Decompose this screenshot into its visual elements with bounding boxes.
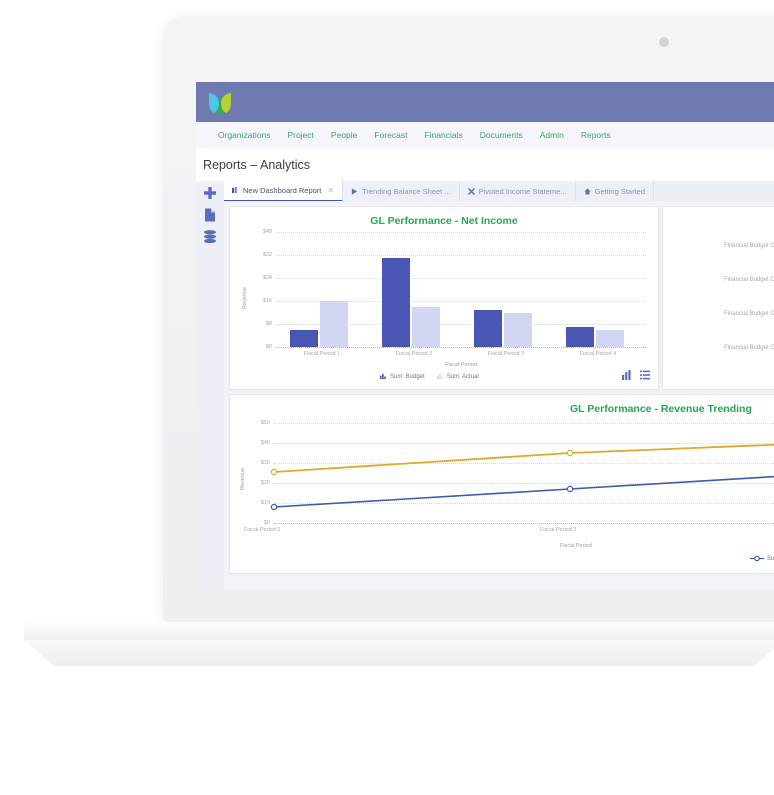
- y-tick: $16: [262, 298, 272, 304]
- close-icon[interactable]: ✕: [327, 186, 334, 195]
- y-axis-label: Revenue: [242, 286, 248, 309]
- bar-actual[interactable]: [412, 307, 440, 347]
- nav-item-reports[interactable]: Reports: [581, 130, 611, 140]
- y-tick: $40: [262, 229, 272, 235]
- bar-budget[interactable]: [382, 258, 410, 347]
- page-title-bar: Reports – Analytics: [196, 148, 774, 181]
- bar-budget[interactable]: [566, 327, 594, 347]
- legend-label: Sum: Budget: [767, 555, 774, 562]
- category-label: Financial Budget Org Name 4: [723, 345, 774, 351]
- plot-area-revenue-trending: [270, 443, 774, 511]
- tab-new-dashboard-report[interactable]: New Dashboard Report ✕: [224, 180, 344, 202]
- line-marker-icon: [750, 555, 764, 562]
- bar-chart-icon: [380, 373, 387, 380]
- axis-line-x: [276, 347, 646, 348]
- chart-card-revenue-trending: GL Performance - Revenue Trending $50 $4…: [229, 394, 774, 574]
- chart-card-net-income: GL Performance - Net Income $40 $32 $24 …: [229, 206, 659, 390]
- nav-item-forecast[interactable]: Forecast: [374, 130, 407, 140]
- report-tab-strip: New Dashboard Report ✕ Trending Balance …: [224, 180, 774, 202]
- chart-legend-revenue-trending: Sum: Budget Sum: Actual: [750, 555, 774, 562]
- y-tick: $32: [262, 252, 272, 258]
- plot-area-org-budget: Financial Budget Org Name 1 Financial Bu…: [663, 207, 774, 389]
- leaf-logo[interactable]: [206, 91, 236, 115]
- screen: Organizations Project People Forecast Fi…: [196, 82, 774, 590]
- category-label: Financial Budget Org Name 2: [723, 277, 774, 283]
- legend-item-actual[interactable]: Sum: Actual: [436, 373, 479, 380]
- tab-label: New Dashboard Report: [243, 185, 322, 195]
- tab-trending-balance-sheet[interactable]: Trending Balance Sheet ...: [343, 181, 460, 201]
- nav-item-documents[interactable]: Documents: [480, 130, 523, 140]
- document-icon[interactable]: [202, 207, 218, 223]
- x-tick: Fiscal Period 3: [487, 351, 525, 357]
- plot-area-net-income: [276, 232, 646, 347]
- category-label: Financial Budget Org Name 3: [723, 311, 774, 317]
- nav-item-financials[interactable]: Financials: [424, 130, 462, 140]
- page-title: Reports – Analytics: [203, 158, 310, 172]
- line-marker-actual: [270, 468, 278, 476]
- bar-budget[interactable]: [290, 330, 318, 347]
- line-marker-actual: [566, 449, 574, 457]
- nav-item-project[interactable]: Project: [287, 130, 313, 140]
- category-label: Financial Budget Org Name 1: [723, 243, 774, 249]
- line-marker-budget: [566, 485, 574, 493]
- line-marker-budget: [270, 503, 278, 511]
- dashboard-icon: [232, 186, 239, 194]
- x-tick: Fiscal Period 1: [303, 351, 341, 357]
- tab-label: Trending Balance Sheet ...: [362, 186, 451, 196]
- bar-chart-icon: [436, 373, 444, 380]
- laptop-device: Organizations Project People Forecast Fi…: [0, 0, 774, 795]
- x-tick: Fiscal Period 1: [244, 527, 281, 533]
- legend-label: Sum: Actual: [446, 373, 479, 380]
- chart-title-net-income: GL Performance - Net Income: [370, 215, 518, 227]
- left-sidebar: [196, 181, 224, 590]
- bar-actual[interactable]: [504, 313, 532, 347]
- nav-item-admin[interactable]: Admin: [540, 130, 564, 140]
- pivot-icon: [467, 187, 475, 195]
- tab-pivoted-income-statement[interactable]: Pivoted Income Stateme...: [460, 181, 576, 201]
- legend-item-budget[interactable]: Sum: Budget: [380, 373, 425, 380]
- tab-label: Getting Started: [594, 186, 646, 196]
- x-tick: Fiscal Period 2: [395, 351, 433, 357]
- home-icon: [583, 187, 591, 195]
- nav-item-people[interactable]: People: [331, 130, 357, 140]
- tab-getting-started[interactable]: Getting Started: [576, 181, 655, 201]
- bar-actual[interactable]: [320, 301, 348, 347]
- x-axis-label: Fiscal Period: [560, 543, 592, 549]
- chart-toolbar: [614, 370, 650, 380]
- plus-icon[interactable]: [202, 185, 218, 201]
- legend-label: Sum: Budget: [390, 373, 425, 380]
- dashboard-content: GL Performance - Net Income $40 $32 $24 …: [224, 201, 774, 590]
- y-tick: $8: [265, 321, 272, 327]
- x-tick: Fiscal Period 2: [540, 527, 577, 533]
- bar-actual[interactable]: [596, 330, 624, 347]
- chart-card-org-budget: Financial Budget Org Name 1 Financial Bu…: [662, 206, 774, 390]
- laptop-base: [24, 640, 774, 666]
- chart-legend-net-income: Sum: Budget Sum: Actual: [380, 373, 491, 380]
- y-tick: $24: [262, 275, 272, 281]
- nav-item-organizations[interactable]: Organizations: [218, 130, 270, 140]
- camera-dot: [659, 37, 669, 47]
- play-icon: [351, 188, 358, 195]
- x-axis-label: Fiscal Period: [445, 362, 477, 368]
- legend-item-budget[interactable]: Sum: Budget: [750, 555, 774, 562]
- line-budget: [273, 475, 774, 508]
- bar-budget[interactable]: [474, 310, 502, 347]
- database-icon[interactable]: [202, 229, 218, 245]
- line-actual: [273, 443, 774, 473]
- app-header: [196, 82, 774, 122]
- main-navigation: Organizations Project People Forecast Fi…: [196, 122, 774, 148]
- y-tick: $0: [265, 344, 272, 350]
- bar-chart-icon[interactable]: [622, 370, 632, 380]
- list-icon[interactable]: [640, 370, 650, 380]
- laptop-base-top: [24, 622, 774, 642]
- tab-label: Pivoted Income Stateme...: [478, 186, 567, 196]
- x-tick: Fiscal Period 4: [579, 351, 617, 357]
